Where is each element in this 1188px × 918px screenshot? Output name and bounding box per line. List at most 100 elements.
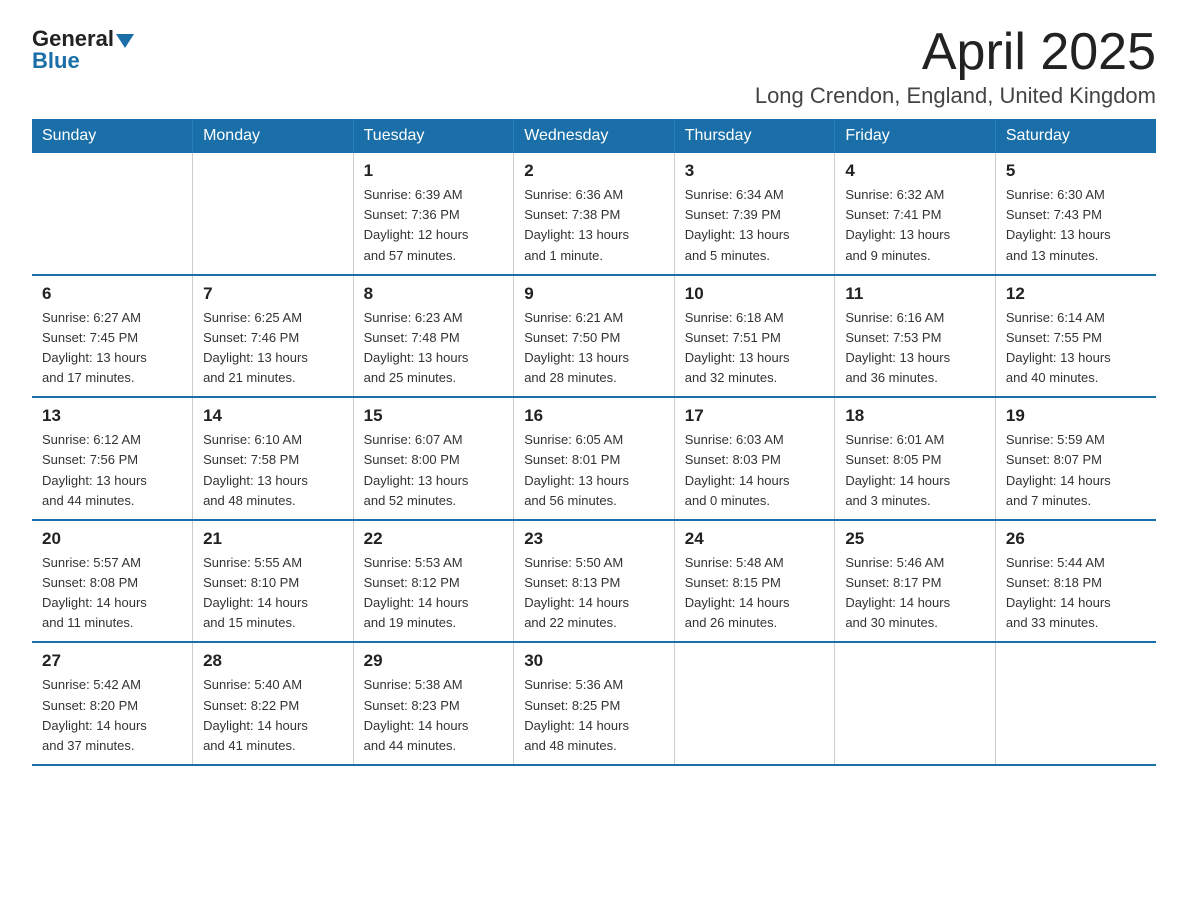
day-info-9: Sunrise: 6:21 AM Sunset: 7:50 PM Dayligh… — [524, 308, 664, 389]
logo-general-text: General — [32, 28, 134, 50]
calendar-cell-w4-d3: 23Sunrise: 5:50 AM Sunset: 8:13 PM Dayli… — [514, 520, 675, 643]
day-info-4: Sunrise: 6:32 AM Sunset: 7:41 PM Dayligh… — [845, 185, 985, 266]
day-info-25: Sunrise: 5:46 AM Sunset: 8:17 PM Dayligh… — [845, 553, 985, 634]
day-number-8: 8 — [364, 284, 504, 304]
day-info-8: Sunrise: 6:23 AM Sunset: 7:48 PM Dayligh… — [364, 308, 504, 389]
day-info-11: Sunrise: 6:16 AM Sunset: 7:53 PM Dayligh… — [845, 308, 985, 389]
calendar-cell-w4-d0: 20Sunrise: 5:57 AM Sunset: 8:08 PM Dayli… — [32, 520, 193, 643]
calendar-cell-w1-d6: 5 Sunrise: 6:30 AM Sunset: 7:43 PM Daylig… — [995, 153, 1156, 275]
day-number-20: 20 — [42, 529, 182, 549]
day-number-28: 28 — [203, 651, 343, 671]
calendar-cell-w5-d0: 27 Sunrise: 5:42 AM Sunset: 8:20 PM Dayli… — [32, 642, 193, 765]
calendar-cell-w5-d6 — [995, 642, 1156, 765]
calendar-cell-w2-d0: 6Sunrise: 6:27 AM Sunset: 7:45 PM Daylig… — [32, 275, 193, 398]
day-number-12: 12 — [1006, 284, 1146, 304]
calendar-table: Sunday Monday Tuesday Wednesday Thursday… — [32, 119, 1156, 766]
logo-blue-text: Blue — [32, 50, 80, 72]
header-thursday: Thursday — [674, 119, 835, 153]
calendar-week-1: 1 Sunrise: 6:39 AM Sunset: 7:36 PM Daylig… — [32, 153, 1156, 275]
day-info-7: Sunrise: 6:25 AM Sunset: 7:46 PM Dayligh… — [203, 308, 343, 389]
day-number-2: 2 — [524, 161, 664, 181]
day-info-17: Sunrise: 6:03 AM Sunset: 8:03 PM Dayligh… — [685, 430, 825, 511]
header-friday: Friday — [835, 119, 996, 153]
day-info-15: Sunrise: 6:07 AM Sunset: 8:00 PM Dayligh… — [364, 430, 504, 511]
day-number-10: 10 — [685, 284, 825, 304]
day-number-18: 18 — [845, 406, 985, 426]
day-number-26: 26 — [1006, 529, 1146, 549]
calendar-week-4: 20Sunrise: 5:57 AM Sunset: 8:08 PM Dayli… — [32, 520, 1156, 643]
calendar-cell-w3-d5: 18 Sunrise: 6:01 AM Sunset: 8:05 PM Dayli… — [835, 397, 996, 520]
calendar-cell-w2-d4: 10 Sunrise: 6:18 AM Sunset: 7:51 PM Dayli… — [674, 275, 835, 398]
calendar-cell-w1-d3: 2 Sunrise: 6:36 AM Sunset: 7:38 PM Daylig… — [514, 153, 675, 275]
day-info-24: Sunrise: 5:48 AM Sunset: 8:15 PM Dayligh… — [685, 553, 825, 634]
day-info-27: Sunrise: 5:42 AM Sunset: 8:20 PM Dayligh… — [42, 675, 182, 756]
calendar-cell-w2-d3: 9 Sunrise: 6:21 AM Sunset: 7:50 PM Daylig… — [514, 275, 675, 398]
calendar-cell-w5-d5 — [835, 642, 996, 765]
day-number-21: 21 — [203, 529, 343, 549]
calendar-cell-w3-d1: 14Sunrise: 6:10 AM Sunset: 7:58 PM Dayli… — [193, 397, 354, 520]
calendar-cell-w5-d4 — [674, 642, 835, 765]
calendar-cell-w5-d1: 28 Sunrise: 5:40 AM Sunset: 8:22 PM Dayli… — [193, 642, 354, 765]
day-number-17: 17 — [685, 406, 825, 426]
day-info-18: Sunrise: 6:01 AM Sunset: 8:05 PM Dayligh… — [845, 430, 985, 511]
header-saturday: Saturday — [995, 119, 1156, 153]
logo-arrow-icon — [116, 34, 134, 48]
calendar-cell-w3-d6: 19 Sunrise: 5:59 AM Sunset: 8:07 PM Dayli… — [995, 397, 1156, 520]
calendar-cell-w5-d3: 30Sunrise: 5:36 AM Sunset: 8:25 PM Dayli… — [514, 642, 675, 765]
day-number-30: 30 — [524, 651, 664, 671]
day-info-1: Sunrise: 6:39 AM Sunset: 7:36 PM Dayligh… — [364, 185, 504, 266]
logo: General Blue — [32, 28, 134, 72]
calendar-cell-w5-d2: 29Sunrise: 5:38 AM Sunset: 8:23 PM Dayli… — [353, 642, 514, 765]
day-info-5: Sunrise: 6:30 AM Sunset: 7:43 PM Dayligh… — [1006, 185, 1146, 266]
page-header: General Blue April 2025 Long Crendon, En… — [32, 24, 1156, 109]
day-info-12: Sunrise: 6:14 AM Sunset: 7:55 PM Dayligh… — [1006, 308, 1146, 389]
calendar-cell-w4-d2: 22 Sunrise: 5:53 AM Sunset: 8:12 PM Dayli… — [353, 520, 514, 643]
day-number-25: 25 — [845, 529, 985, 549]
calendar-cell-w1-d1 — [193, 153, 354, 275]
day-info-22: Sunrise: 5:53 AM Sunset: 8:12 PM Dayligh… — [364, 553, 504, 634]
day-number-5: 5 — [1006, 161, 1146, 181]
header-wednesday: Wednesday — [514, 119, 675, 153]
day-number-11: 11 — [845, 284, 985, 304]
day-number-29: 29 — [364, 651, 504, 671]
calendar-cell-w3-d3: 16 Sunrise: 6:05 AM Sunset: 8:01 PM Dayli… — [514, 397, 675, 520]
calendar-cell-w1-d5: 4Sunrise: 6:32 AM Sunset: 7:41 PM Daylig… — [835, 153, 996, 275]
calendar-cell-w1-d4: 3Sunrise: 6:34 AM Sunset: 7:39 PM Daylig… — [674, 153, 835, 275]
day-number-13: 13 — [42, 406, 182, 426]
calendar-cell-w4-d4: 24 Sunrise: 5:48 AM Sunset: 8:15 PM Dayli… — [674, 520, 835, 643]
day-info-10: Sunrise: 6:18 AM Sunset: 7:51 PM Dayligh… — [685, 308, 825, 389]
day-info-21: Sunrise: 5:55 AM Sunset: 8:10 PM Dayligh… — [203, 553, 343, 634]
calendar-cell-w3-d0: 13 Sunrise: 6:12 AM Sunset: 7:56 PM Dayli… — [32, 397, 193, 520]
calendar-week-3: 13 Sunrise: 6:12 AM Sunset: 7:56 PM Dayli… — [32, 397, 1156, 520]
day-number-1: 1 — [364, 161, 504, 181]
calendar-cell-w4-d6: 26 Sunrise: 5:44 AM Sunset: 8:18 PM Dayli… — [995, 520, 1156, 643]
calendar-cell-w3-d2: 15Sunrise: 6:07 AM Sunset: 8:00 PM Dayli… — [353, 397, 514, 520]
calendar-location: Long Crendon, England, United Kingdom — [755, 83, 1156, 109]
day-info-13: Sunrise: 6:12 AM Sunset: 7:56 PM Dayligh… — [42, 430, 182, 511]
day-info-3: Sunrise: 6:34 AM Sunset: 7:39 PM Dayligh… — [685, 185, 825, 266]
day-info-26: Sunrise: 5:44 AM Sunset: 8:18 PM Dayligh… — [1006, 553, 1146, 634]
calendar-cell-w1-d2: 1 Sunrise: 6:39 AM Sunset: 7:36 PM Daylig… — [353, 153, 514, 275]
day-number-14: 14 — [203, 406, 343, 426]
day-info-6: Sunrise: 6:27 AM Sunset: 7:45 PM Dayligh… — [42, 308, 182, 389]
day-number-24: 24 — [685, 529, 825, 549]
day-number-22: 22 — [364, 529, 504, 549]
day-number-19: 19 — [1006, 406, 1146, 426]
title-block: April 2025 Long Crendon, England, United… — [755, 24, 1156, 109]
day-number-7: 7 — [203, 284, 343, 304]
day-number-16: 16 — [524, 406, 664, 426]
day-info-16: Sunrise: 6:05 AM Sunset: 8:01 PM Dayligh… — [524, 430, 664, 511]
day-info-28: Sunrise: 5:40 AM Sunset: 8:22 PM Dayligh… — [203, 675, 343, 756]
header-monday: Monday — [193, 119, 354, 153]
calendar-cell-w2-d1: 7 Sunrise: 6:25 AM Sunset: 7:46 PM Daylig… — [193, 275, 354, 398]
day-info-2: Sunrise: 6:36 AM Sunset: 7:38 PM Dayligh… — [524, 185, 664, 266]
day-number-23: 23 — [524, 529, 664, 549]
header-tuesday: Tuesday — [353, 119, 514, 153]
day-info-19: Sunrise: 5:59 AM Sunset: 8:07 PM Dayligh… — [1006, 430, 1146, 511]
calendar-cell-w2-d2: 8 Sunrise: 6:23 AM Sunset: 7:48 PM Daylig… — [353, 275, 514, 398]
day-number-9: 9 — [524, 284, 664, 304]
calendar-cell-w2-d6: 12 Sunrise: 6:14 AM Sunset: 7:55 PM Dayli… — [995, 275, 1156, 398]
calendar-title: April 2025 — [755, 24, 1156, 81]
day-number-27: 27 — [42, 651, 182, 671]
calendar-cell-w1-d0 — [32, 153, 193, 275]
